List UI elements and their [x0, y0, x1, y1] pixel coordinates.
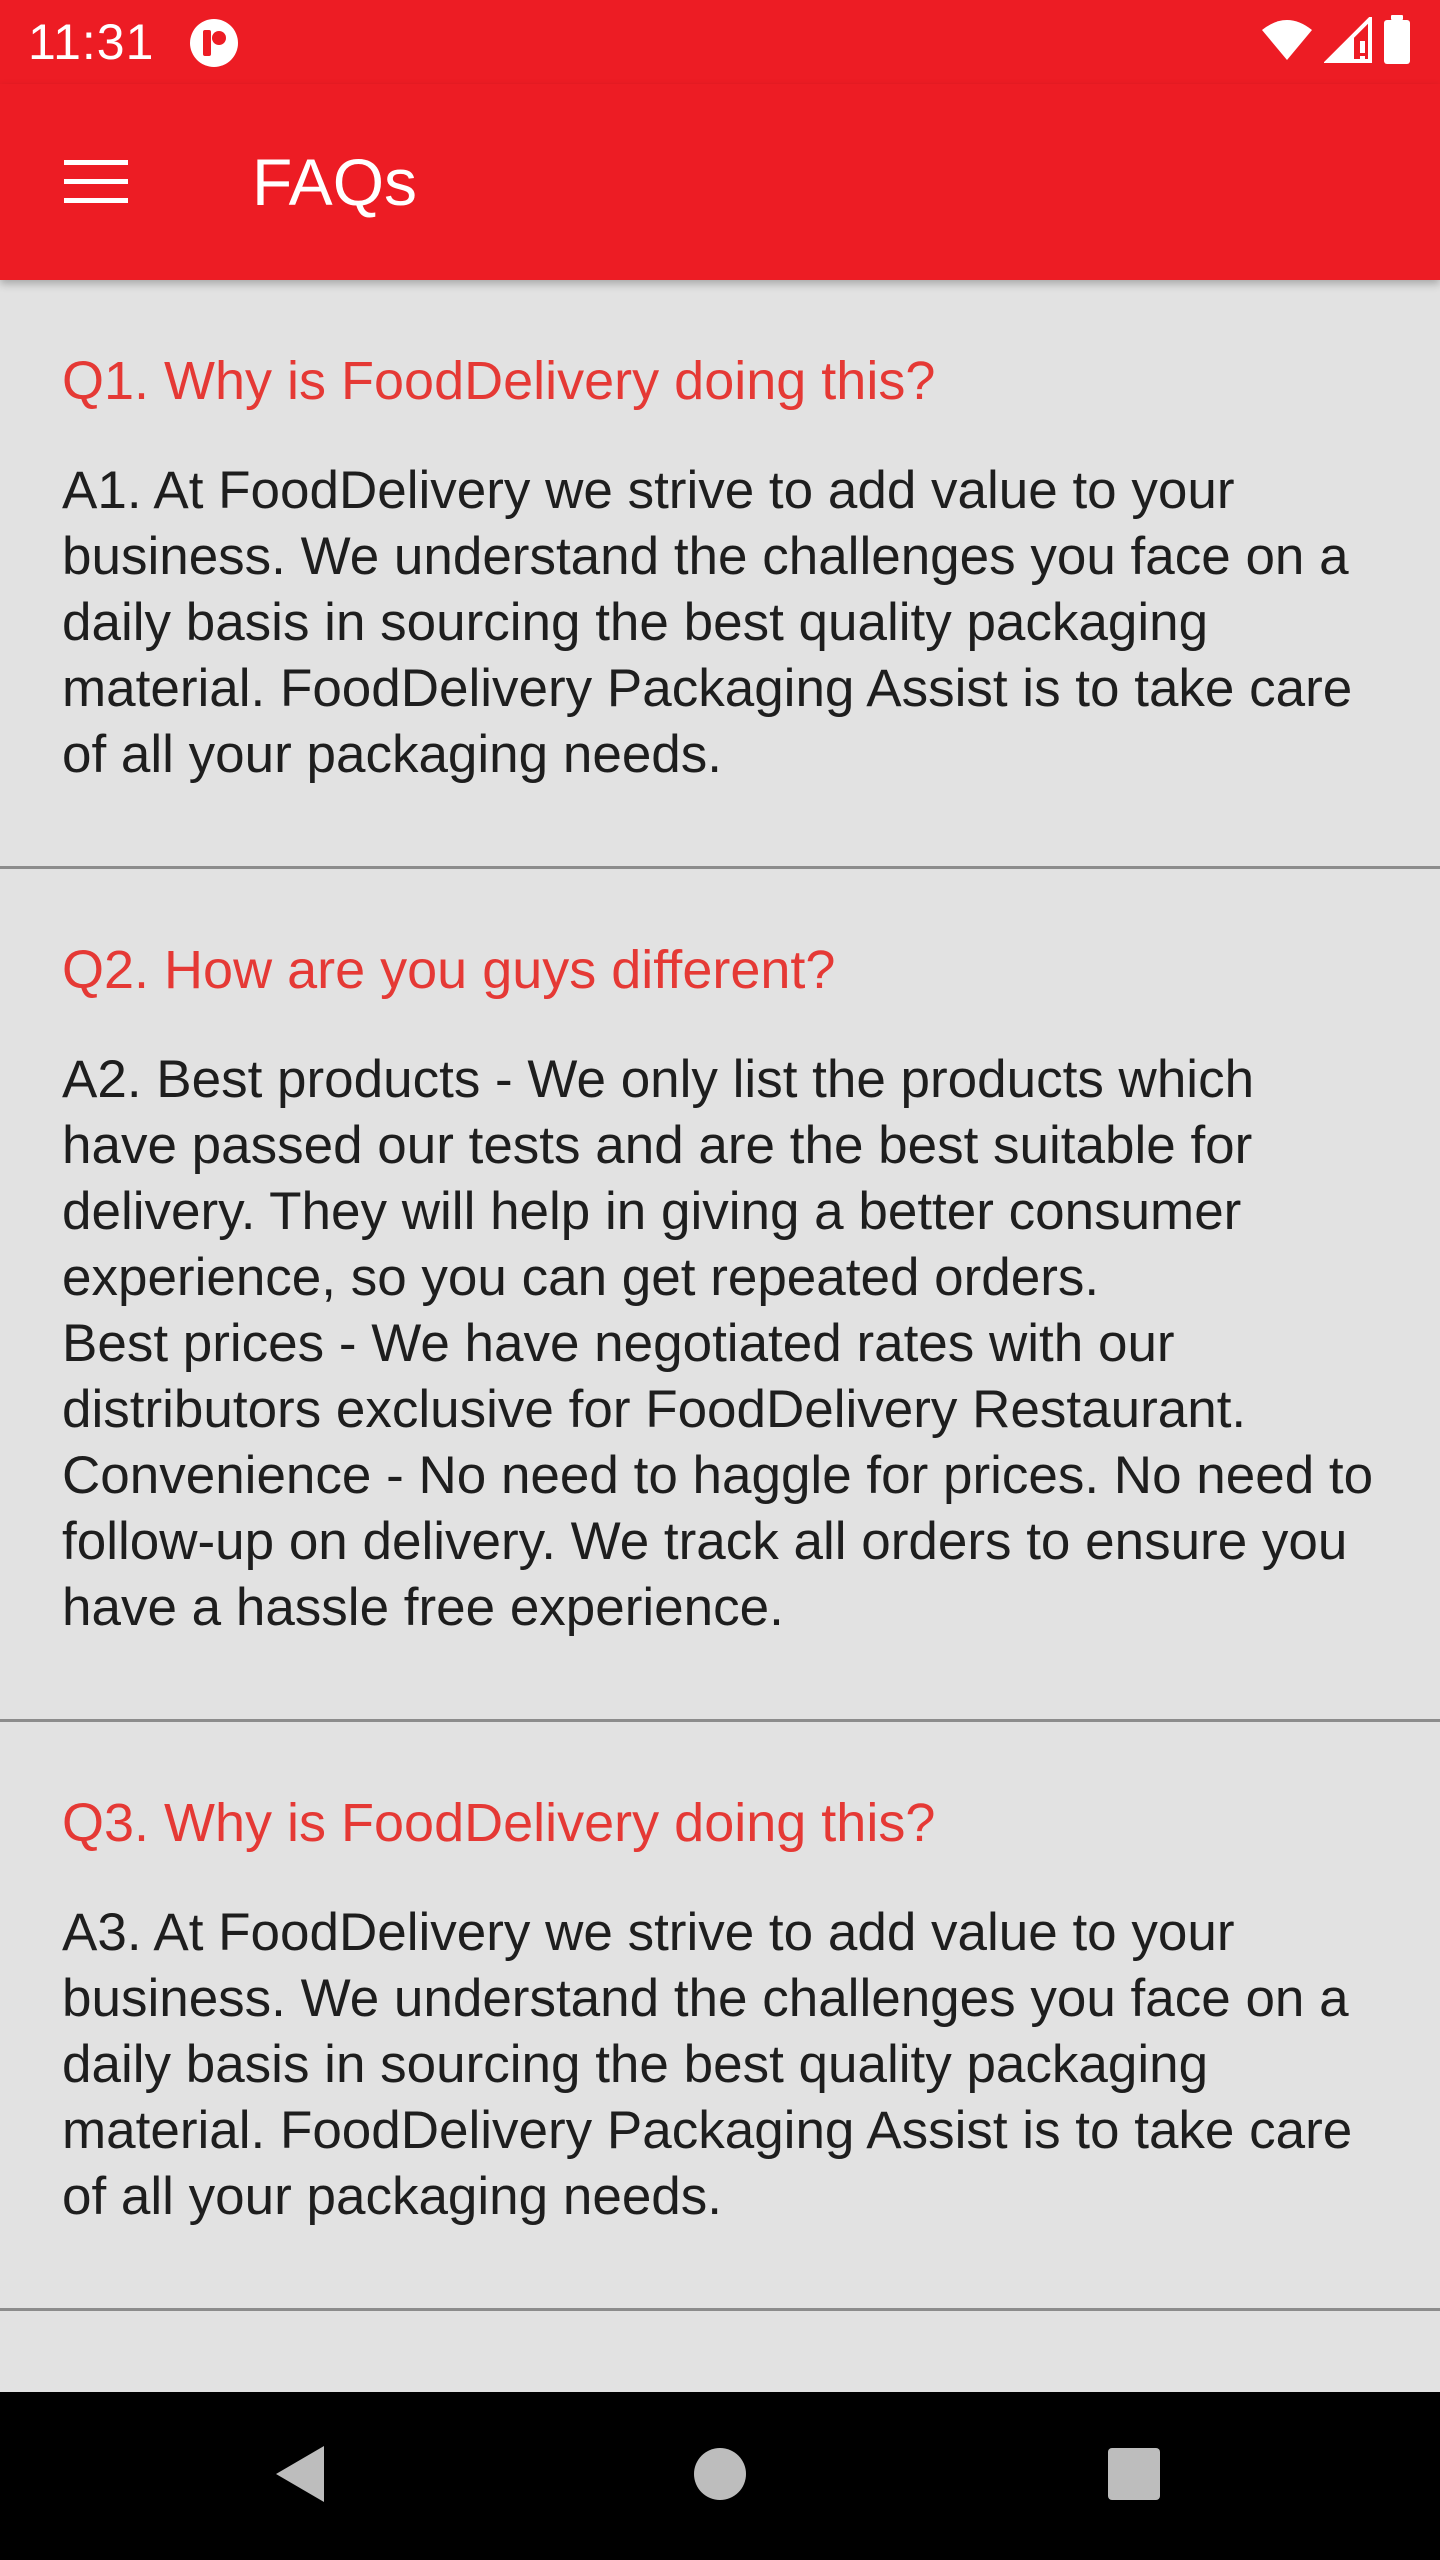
faq-question: Q1. Why is FoodDelivery doing this?	[62, 351, 936, 411]
recents-button[interactable]	[1084, 2426, 1184, 2526]
faq-question: Q3. Why is FoodDelivery doing this?	[62, 1793, 936, 1853]
app-notification-icon	[188, 17, 240, 69]
faq-answer: A2. Best products - We only list the pro…	[62, 1050, 1374, 1637]
cellular-signal-icon	[1323, 13, 1372, 68]
app-bar: FAQs	[0, 84, 1440, 280]
status-time: 11:31	[28, 14, 155, 70]
page-title: FAQs	[252, 145, 418, 219]
menu-button[interactable]	[40, 128, 152, 240]
faq-item: Q1. Why is FoodDelivery doing this? A1. …	[0, 280, 1440, 869]
back-button[interactable]	[250, 2426, 350, 2526]
faq-answer: A3. At FoodDelivery we strive to add val…	[62, 1903, 1353, 2226]
system-nav-bar	[0, 2392, 1440, 2560]
home-button[interactable]	[670, 2426, 770, 2526]
faq-screen: 11:31 FAQs Q1. Why is FoodDelivery doing…	[0, 0, 1440, 2560]
home-icon	[692, 2446, 748, 2507]
faq-question: Q2. How are you guys different?	[62, 940, 836, 1000]
faq-item: Q3. Why is FoodDelivery doing this? A3. …	[0, 1722, 1440, 2311]
faq-list: Q1. Why is FoodDelivery doing this? A1. …	[0, 280, 1440, 2311]
recents-icon	[1106, 2446, 1162, 2507]
hamburger-menu-icon	[62, 157, 130, 212]
battery-icon	[1382, 14, 1412, 70]
faq-item: Q2. How are you guys different? A2. Best…	[0, 869, 1440, 1722]
back-icon	[270, 2442, 330, 2511]
status-bar: 11:31	[0, 0, 1440, 84]
wifi-icon	[1260, 18, 1314, 67]
status-icons	[1260, 13, 1412, 70]
faq-answer: A1. At FoodDelivery we strive to add val…	[62, 461, 1353, 784]
